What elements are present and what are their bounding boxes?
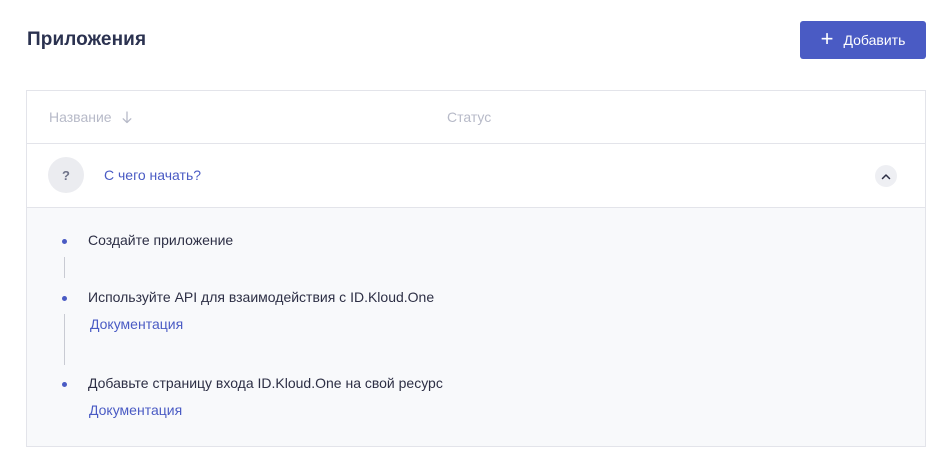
plus-icon: + — [820, 25, 834, 51]
add-button[interactable]: + Добавить — [800, 21, 926, 59]
add-button-label: Добавить — [843, 32, 906, 48]
page-title: Приложения — [27, 29, 147, 50]
step-2-docs-link[interactable]: Документация — [90, 316, 183, 332]
step-bullet — [62, 296, 67, 301]
chevron-up-icon[interactable] — [875, 165, 897, 187]
getting-started-link[interactable]: С чего начать? — [104, 167, 201, 183]
applications-table: Название Статус ? С чего начать? Создайт… — [26, 90, 926, 447]
step-bullet — [62, 382, 67, 387]
step-3-text: Добавьте страницу входа ID.Kloud.One на … — [88, 375, 443, 391]
column-name-label: Название — [49, 109, 112, 125]
question-avatar: ? — [48, 157, 84, 193]
step-2-text: Используйте API для взаимодействия с ID.… — [88, 289, 435, 305]
step-connector — [64, 257, 65, 278]
column-header-name[interactable]: Название — [49, 109, 132, 125]
step-3-docs-link[interactable]: Документация — [89, 402, 182, 418]
column-header-status[interactable]: Статус — [447, 109, 491, 125]
arrow-down-icon[interactable] — [122, 110, 132, 124]
step-connector — [64, 314, 65, 365]
getting-started-panel: Создайте приложение Используйте API для … — [27, 208, 925, 446]
step-1-text: Создайте приложение — [88, 232, 234, 248]
step-bullet — [62, 239, 67, 244]
table-row[interactable]: ? С чего начать? — [27, 144, 925, 208]
table-header: Название Статус — [27, 91, 925, 144]
